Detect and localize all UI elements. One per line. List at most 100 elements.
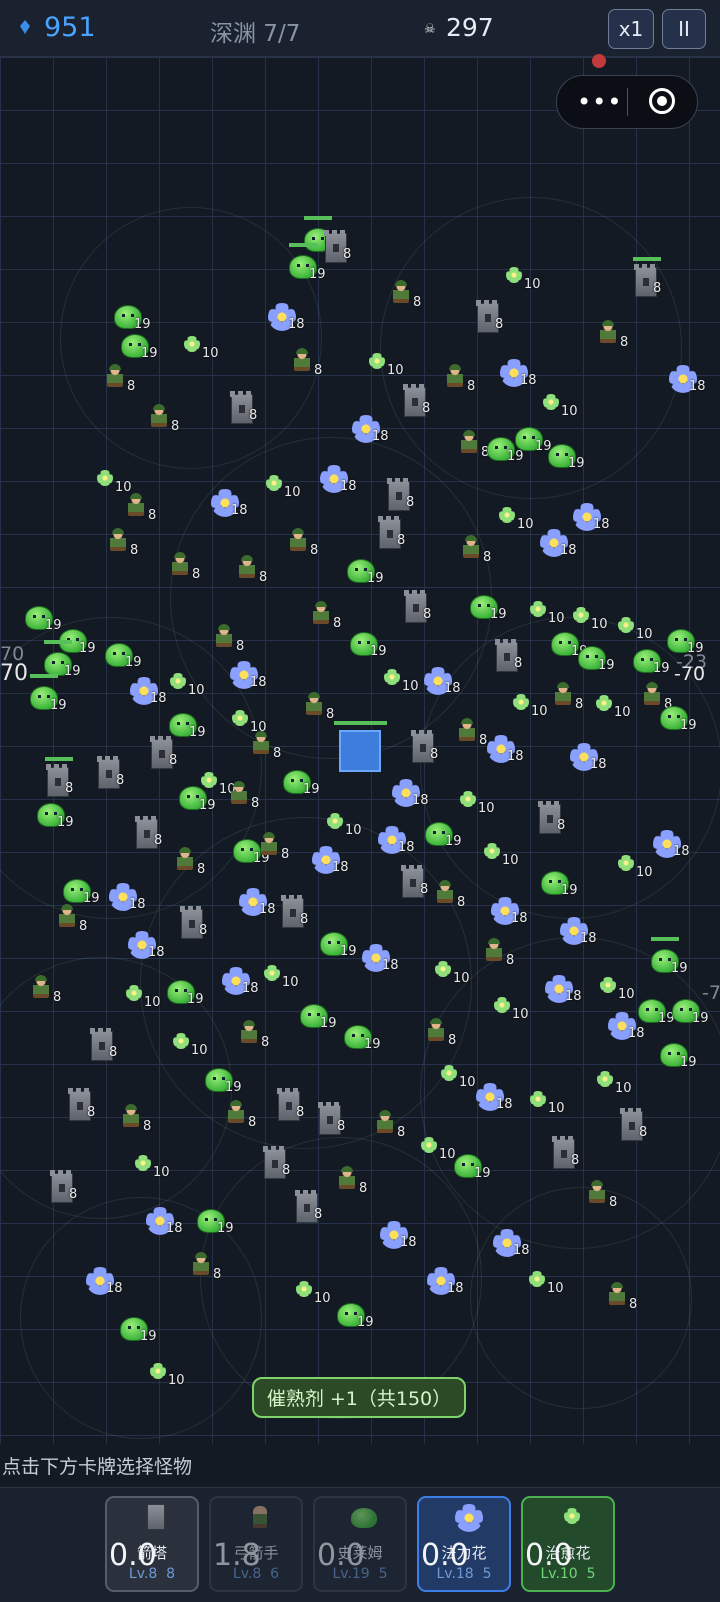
slime-unit[interactable]: 19 [37,801,74,831]
archer-unit[interactable]: 8 [239,555,273,586]
mana-flower-unit[interactable]: 18 [545,975,582,1005]
healing-flower-unit[interactable]: 10 [616,613,653,643]
target-icon[interactable] [649,88,675,114]
slime-unit[interactable]: 19 [337,1301,374,1331]
mana-flower-unit[interactable]: 18 [320,465,357,495]
tower-unit[interactable]: 8 [410,730,444,763]
pause-button[interactable]: II [662,9,706,49]
slime-unit[interactable]: 19 [633,647,670,677]
healing-flower-unit[interactable]: 10 [382,665,419,695]
archer-unit[interactable]: 8 [193,1252,227,1283]
archer-unit[interactable]: 8 [393,280,427,311]
mana-flower-unit[interactable]: 18 [239,888,276,918]
slime-unit[interactable]: 19 [651,937,688,977]
archer-unit[interactable]: 8 [261,832,295,863]
tower-unit[interactable]: 8 [619,1108,653,1141]
mana-flower-unit[interactable]: 18 [352,415,389,445]
mana-flower-unit[interactable]: 18 [476,1083,513,1113]
tower-unit[interactable]: 8 [89,1028,123,1061]
archer-unit[interactable]: 8 [33,975,67,1006]
healing-flower-unit[interactable]: 10 [168,669,205,699]
healing-flower-unit[interactable]: 10 [598,973,635,1003]
healing-flower-unit[interactable]: 10 [528,597,565,627]
archer-unit[interactable]: 8 [463,535,497,566]
slime-unit[interactable]: 19 [179,784,216,814]
healing-flower-unit[interactable]: 10 [571,603,608,633]
archer-unit[interactable]: 8 [313,601,347,632]
mana-flower-unit[interactable]: 18 [211,489,248,519]
mana-flower-unit[interactable]: 18 [86,1267,123,1297]
slime-unit[interactable]: 19 [515,425,552,455]
archer-unit[interactable]: 8 [600,320,634,351]
tower-unit[interactable]: 8 [377,516,411,549]
slime-unit[interactable]: 19 [541,869,578,899]
mana-flower-unit[interactable]: 18 [608,1012,645,1042]
archer-unit[interactable]: 8 [110,528,144,559]
card-slime[interactable]: 史莱姆 Lv.19 5 0.0 [313,1496,407,1592]
card-healing-flower[interactable]: 治愈花 Lv.10 5 0.0 [521,1496,615,1592]
archer-unit[interactable]: 8 [447,364,481,395]
mana-flower-unit[interactable]: 18 [500,359,537,389]
healing-flower-unit[interactable]: 10 [439,1061,476,1091]
archer-unit[interactable]: 8 [428,1018,462,1049]
healing-flower-unit[interactable]: 10 [294,1277,331,1307]
slime-unit[interactable]: 19 [548,442,585,472]
mana-flower-unit[interactable]: 18 [312,846,349,876]
healing-flower-unit[interactable]: 10 [458,787,495,817]
slime-unit[interactable]: 19 [205,1066,242,1096]
mana-flower-unit[interactable]: 18 [427,1267,464,1297]
archer-unit[interactable]: 8 [486,938,520,969]
archer-unit[interactable]: 8 [306,692,340,723]
healing-flower-unit[interactable]: 10 [124,981,161,1011]
archer-unit[interactable]: 8 [241,1020,275,1051]
tower-unit[interactable]: 8 [494,639,528,672]
slime-unit[interactable]: 19 [638,997,675,1027]
mana-flower-unit[interactable]: 18 [570,743,607,773]
archer-unit[interactable]: 8 [151,404,185,435]
tower-unit[interactable]: 8 [96,756,130,789]
tower-unit[interactable]: 8 [276,1088,310,1121]
archer-unit[interactable]: 8 [228,1100,262,1131]
healing-flower-unit[interactable]: 10 [367,349,404,379]
healing-flower-unit[interactable]: 10 [325,809,362,839]
slime-unit[interactable]: 19 [660,704,697,734]
slime-unit[interactable]: 19 [300,1002,337,1032]
healing-flower-unit[interactable]: 10 [497,503,534,533]
healing-flower-unit[interactable]: 10 [148,1359,185,1389]
healing-flower-unit[interactable]: 10 [182,332,219,362]
healing-flower-unit[interactable]: 10 [528,1087,565,1117]
mana-flower-unit[interactable]: 18 [392,779,429,809]
more-menu-button[interactable]: ••• [577,88,622,116]
tower-unit[interactable]: 8 [67,1088,101,1121]
archer-unit[interactable]: 8 [555,682,589,713]
archer-unit[interactable]: 8 [231,781,265,812]
mana-flower-unit[interactable]: 18 [128,931,165,961]
slime-unit[interactable]: 19 [105,641,142,671]
healing-flower-unit[interactable]: 10 [616,851,653,881]
tower-unit[interactable]: 8 [280,895,314,928]
card-archer[interactable]: 弓箭手 Lv.8 6 1.8 [209,1496,303,1592]
archer-unit[interactable]: 8 [609,1282,643,1313]
mana-flower-unit[interactable]: 18 [380,1221,417,1251]
healing-flower-unit[interactable]: 10 [511,690,548,720]
tower-unit[interactable]: 8 [134,816,168,849]
slime-unit[interactable]: 19 [167,978,204,1008]
mana-flower-unit[interactable]: 18 [109,883,146,913]
mana-flower-unit[interactable]: 18 [653,830,690,860]
archer-unit[interactable]: 8 [107,364,141,395]
archer-unit[interactable]: 8 [437,880,471,911]
archer-unit[interactable]: 8 [216,624,250,655]
archer-unit[interactable]: 8 [339,1166,373,1197]
archer-unit[interactable]: 8 [172,552,206,583]
tower-unit[interactable]: 8 [402,384,436,417]
tower-unit[interactable]: 8 [229,391,263,424]
slime-unit[interactable]: 19 [289,243,326,283]
healing-flower-unit[interactable]: 10 [541,390,578,420]
healing-flower-unit[interactable]: 10 [504,263,541,293]
mana-flower-unit[interactable]: 18 [222,967,259,997]
tower-unit[interactable]: 8 [633,257,667,297]
slime-unit[interactable]: 19 [169,711,206,741]
slime-unit[interactable]: 19 [63,877,100,907]
slime-unit[interactable]: 19 [197,1207,234,1237]
slime-unit[interactable]: 19 [120,1315,157,1345]
